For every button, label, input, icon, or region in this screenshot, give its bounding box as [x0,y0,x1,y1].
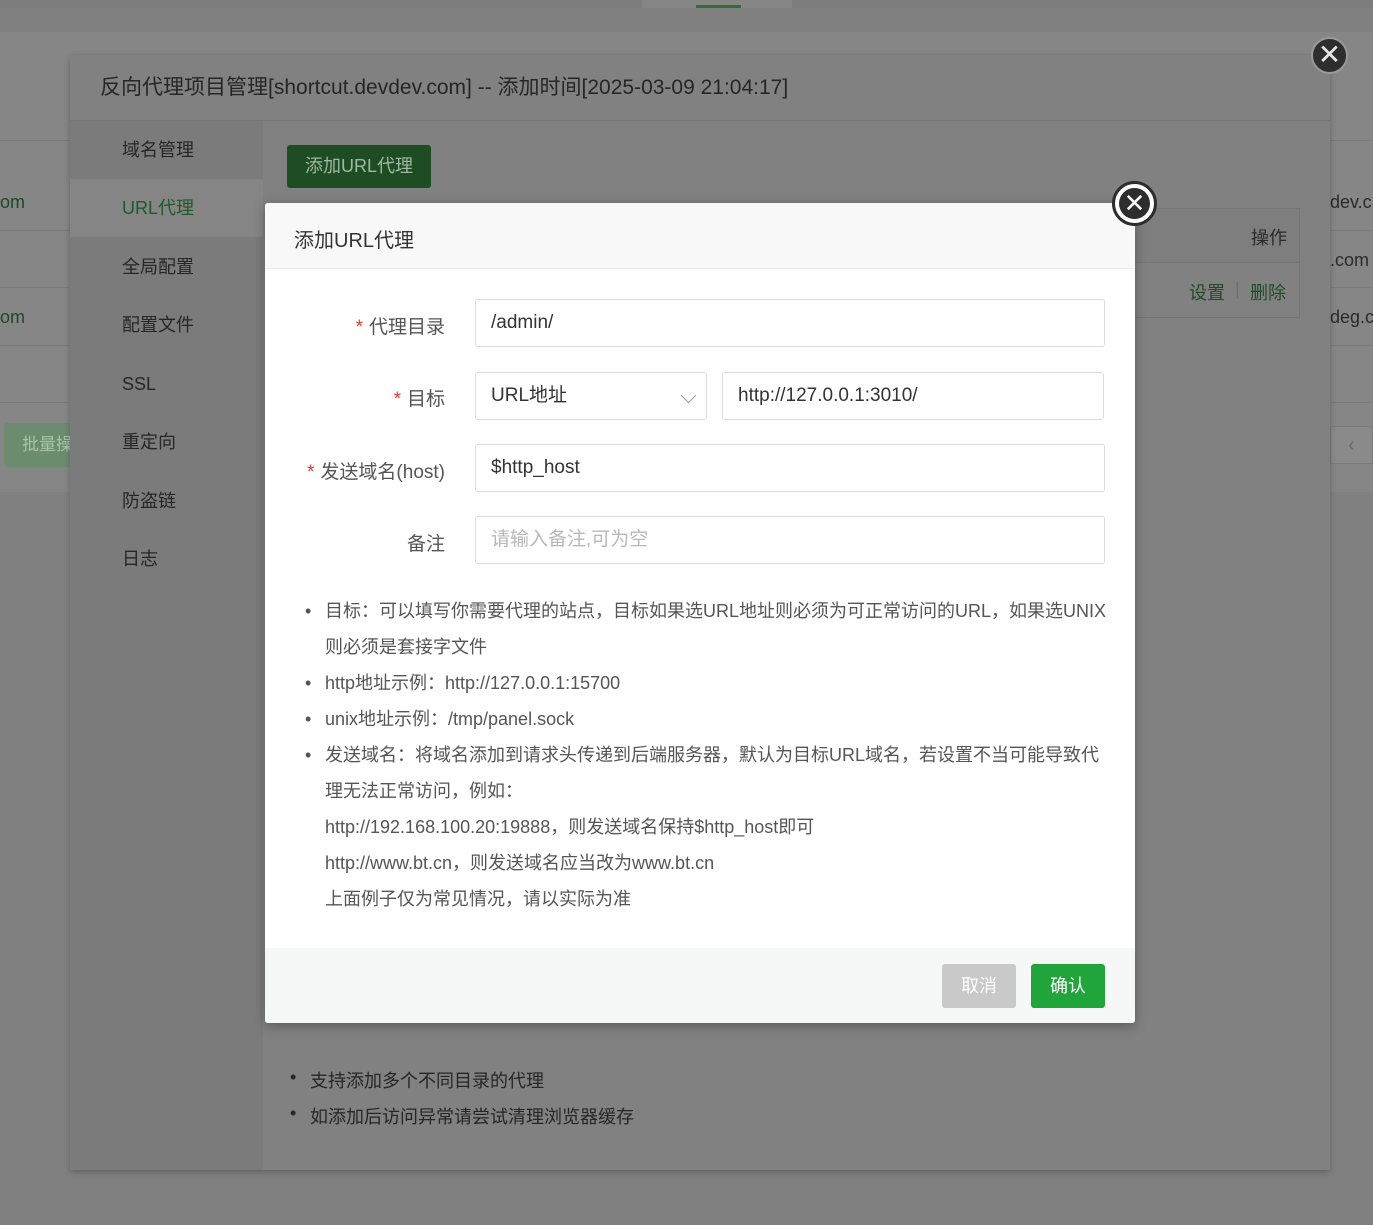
layer-title: 反向代理项目管理[shortcut.devdev.com] -- 添加时间[20… [70,55,1330,121]
proxy-dir-label: * 代理目录 [355,317,445,338]
background-row-domain: deg.c [1330,307,1373,327]
tip-item: 如添加后访问异常请尝试清理浏览器缓存 [290,1103,634,1129]
row-action-separator: | [1235,279,1240,299]
row-delete-link[interactable]: 删除 [1250,279,1286,305]
add-url-proxy-button[interactable]: 添加URL代理 [287,145,431,188]
background-row-domain: .com [1330,250,1370,270]
required-mark: * [307,462,315,483]
sidebar-item-ssl[interactable]: SSL [70,355,263,413]
target-type-select[interactable]: URL地址 [475,372,707,420]
close-icon: ✕ [1119,188,1150,219]
target-label: 目标*目标 [393,389,445,410]
tip-item: 支持添加多个不同目录的代理 [290,1067,544,1093]
help-item: 发送域名：将域名添加到请求头传递到后端服务器，默认为目标URL域名，若设置不当可… [305,737,1110,917]
dialog-title: 添加URL代理 [294,230,415,252]
confirm-button[interactable]: 确认 [1031,964,1105,1008]
add-url-proxy-dialog: 添加URL代理 *代理目录 /admin/ 目标*目标 URL地址 http:/… [265,203,1135,1023]
sidebar-item-log[interactable]: 日志 [70,530,263,588]
sidebar-item-redirect[interactable]: 重定向 [70,413,263,471]
required-mark: * [355,317,363,338]
sidebar-item-url-proxy[interactable]: URL代理 [70,179,263,237]
help-item: http地址示例：http://127.0.0.1:15700 [305,665,1110,701]
sidebar-item-hotlink[interactable]: 防盗链 [70,472,263,530]
remark-input[interactable]: 请输入备注,可为空 [475,516,1105,564]
pager-prev-button[interactable]: ‹ [1330,426,1373,464]
target-url-input[interactable]: http://127.0.0.1:3010/ [722,372,1104,420]
remark-label: 备注 [406,534,445,555]
sidebar-item-config-file[interactable]: 配置文件 [70,296,263,354]
help-list: 目标：可以填写你需要代理的站点，目标如果选URL地址则必须为可正常访问的URL，… [305,593,1110,917]
chevron-down-icon [680,387,697,404]
proxy-dir-input[interactable]: /admin/ [475,299,1105,347]
column-header-operation: 操作 [1251,228,1287,248]
sidebar-item-domain[interactable]: 域名管理 [70,121,263,179]
host-label: * 发送域名(host) [307,462,445,483]
close-icon[interactable]: ✕ [1311,37,1348,74]
background-row-domain[interactable]: om [0,307,25,328]
row-settings-link[interactable]: 设置 [1189,279,1225,305]
top-tab-indicator [696,5,741,8]
layer-sidebar: 域名管理 URL代理 全局配置 配置文件 SSL 重定向 防盗链 日志 [70,121,263,1170]
sidebar-item-global-config[interactable]: 全局配置 [70,238,263,296]
cancel-button[interactable]: 取消 [942,964,1016,1008]
background-row-domain[interactable]: om [0,192,25,213]
dialog-header: 添加URL代理 [265,203,1135,269]
dialog-footer: 取消 确认 [265,948,1135,1023]
help-item: 目标：可以填写你需要代理的站点，目标如果选URL地址则必须为可正常访问的URL，… [305,593,1110,665]
background-row-domain: dev.c [1330,192,1372,212]
dialog-close-button[interactable]: ✕ [1112,181,1157,226]
table-header: 操作 [1133,209,1299,263]
host-input[interactable]: $http_host [475,444,1105,492]
help-item: unix地址示例：/tmp/panel.sock [305,701,1110,737]
target-type-value: URL地址 [491,385,568,406]
